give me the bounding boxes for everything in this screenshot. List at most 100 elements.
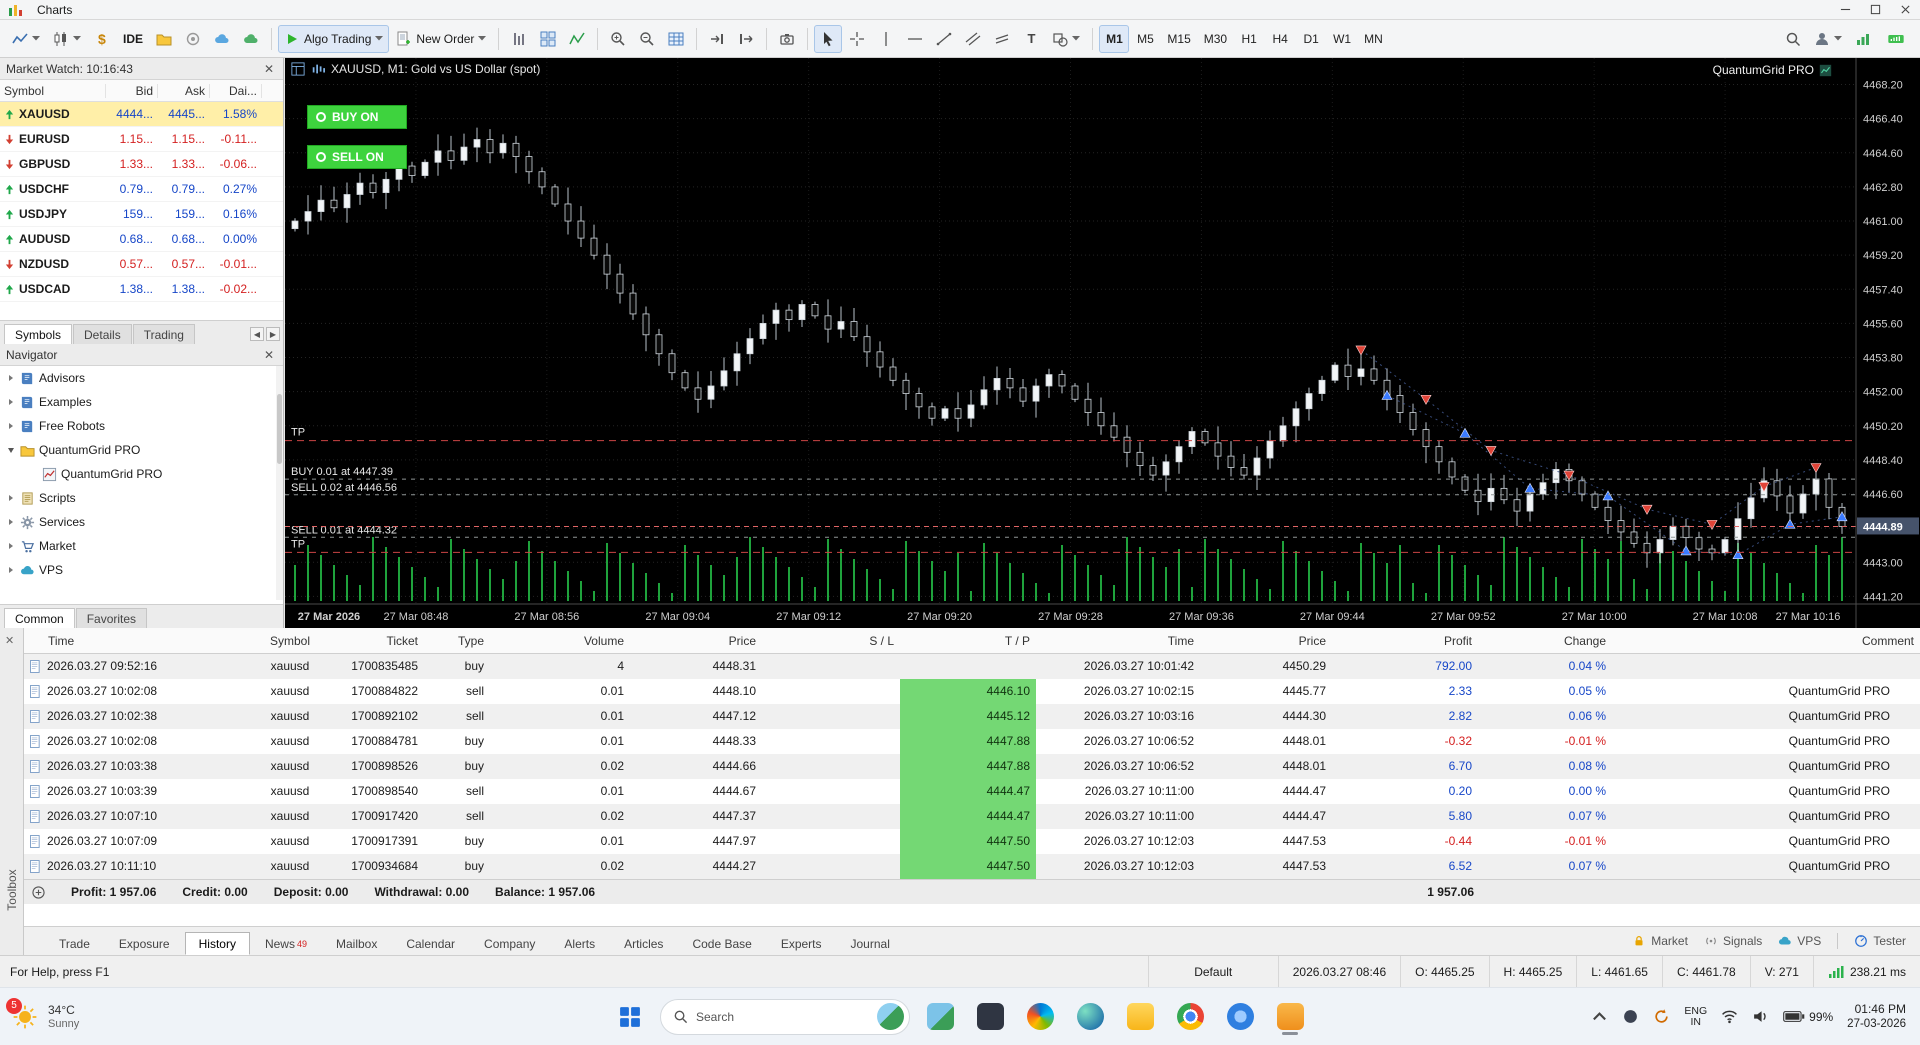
taskbar-widgets-icon[interactable] bbox=[920, 997, 960, 1037]
tab-alerts[interactable]: Alerts bbox=[550, 932, 609, 955]
timeframe-h1[interactable]: H1 bbox=[1234, 25, 1264, 53]
expand-icon[interactable] bbox=[6, 374, 16, 382]
expand-icon[interactable] bbox=[6, 518, 16, 526]
market-watch-row[interactable]: XAUUSD4444...4445...1.58% bbox=[0, 102, 283, 127]
timeframe-m30[interactable]: M30 bbox=[1198, 25, 1233, 53]
expand-icon[interactable] bbox=[6, 566, 16, 574]
search-input[interactable]: Search bbox=[660, 999, 910, 1035]
timeframe-m5[interactable]: M5 bbox=[1130, 25, 1160, 53]
shortcut-market[interactable]: Market bbox=[1632, 934, 1688, 948]
shortcut-signals[interactable]: Signals bbox=[1704, 934, 1762, 948]
community-button[interactable] bbox=[237, 25, 265, 53]
weather-widget[interactable]: 5 34°C Sunny bbox=[0, 1002, 240, 1032]
tree-item-free-robots[interactable]: Free Robots bbox=[0, 414, 283, 438]
column-header-symbol[interactable]: Symbol bbox=[0, 84, 106, 98]
history-column-1[interactable]: Symbol bbox=[250, 628, 330, 653]
tab-trading[interactable]: Trading bbox=[133, 324, 195, 344]
column-header-ask[interactable]: Ask bbox=[158, 84, 210, 98]
tab-symbols[interactable]: Symbols bbox=[4, 324, 72, 344]
tab-code-base[interactable]: Code Base bbox=[678, 932, 765, 955]
history-row[interactable]: 2026.03.27 09:52:16xauusd1700835485buy44… bbox=[24, 654, 1920, 679]
timeframe-m1[interactable]: M1 bbox=[1099, 25, 1129, 53]
taskbar-edge-icon[interactable] bbox=[1070, 997, 1110, 1037]
shortcut-tester[interactable]: Tester bbox=[1854, 934, 1906, 948]
volume-icon[interactable] bbox=[1752, 1008, 1769, 1025]
start-button[interactable] bbox=[610, 997, 650, 1037]
market-watch-row[interactable]: EURUSD1.15...1.15...-0.11... bbox=[0, 127, 283, 152]
tree-item-advisors[interactable]: Advisors bbox=[0, 366, 283, 390]
close-icon[interactable]: ✕ bbox=[261, 61, 277, 77]
shortcut-vps[interactable]: VPS bbox=[1778, 934, 1821, 948]
history-column-8[interactable]: Time bbox=[1036, 628, 1200, 653]
trendline-tool-button[interactable] bbox=[930, 25, 958, 53]
horizontal-line-tool-button[interactable] bbox=[901, 25, 929, 53]
cursor-tool-button[interactable] bbox=[814, 25, 842, 53]
market-watch-row[interactable]: USDJPY159...159...0.16% bbox=[0, 202, 283, 227]
candle-style-button[interactable] bbox=[47, 25, 87, 53]
close-icon[interactable]: ✕ bbox=[5, 634, 14, 647]
history-column-0[interactable]: Time bbox=[24, 628, 250, 653]
sync-icon[interactable] bbox=[1653, 1008, 1670, 1025]
zoom-in-button[interactable] bbox=[604, 25, 632, 53]
tree-item-market[interactable]: Market bbox=[0, 534, 283, 558]
history-row[interactable]: 2026.03.27 10:11:10xauusd1700934684buy0.… bbox=[24, 854, 1920, 879]
expand-icon[interactable] bbox=[6, 422, 16, 430]
expand-summary-icon[interactable] bbox=[32, 886, 45, 899]
history-row[interactable]: 2026.03.27 10:07:10xauusd1700917420sell0… bbox=[24, 804, 1920, 829]
chart-shift-button[interactable] bbox=[732, 25, 760, 53]
taskbar-chrome-icon[interactable] bbox=[1170, 997, 1210, 1037]
market-watch-row[interactable]: NZDUSD0.57...0.57...-0.01... bbox=[0, 252, 283, 277]
quotes-button[interactable]: $ bbox=[88, 25, 116, 53]
history-column-10[interactable]: Profit bbox=[1332, 628, 1478, 653]
close-icon[interactable]: ✕ bbox=[261, 347, 277, 363]
auto-scroll-button[interactable] bbox=[703, 25, 731, 53]
history-row[interactable]: 2026.03.27 10:02:38xauusd1700892102sell0… bbox=[24, 704, 1920, 729]
tab-details[interactable]: Details bbox=[73, 324, 132, 344]
wifi-icon[interactable] bbox=[1721, 1008, 1738, 1025]
tray-chevron-up-icon[interactable] bbox=[1591, 1008, 1608, 1025]
tree-item-examples[interactable]: Examples bbox=[0, 390, 283, 414]
battery-indicator[interactable]: 99% bbox=[1783, 1010, 1833, 1024]
buy-on-button[interactable]: BUY ON bbox=[307, 105, 407, 129]
history-row[interactable]: 2026.03.27 10:02:08xauusd1700884822sell0… bbox=[24, 679, 1920, 704]
equidistant-tool-button[interactable] bbox=[988, 25, 1016, 53]
history-row[interactable]: 2026.03.27 10:03:38xauusd1700898526buy0.… bbox=[24, 754, 1920, 779]
navigator-scrollbar[interactable] bbox=[276, 366, 283, 600]
close-button[interactable] bbox=[1890, 0, 1920, 19]
tab-news[interactable]: News49 bbox=[251, 932, 321, 955]
levels-button[interactable] bbox=[1849, 25, 1877, 53]
tree-item-services[interactable]: Services bbox=[0, 510, 283, 534]
tab-journal[interactable]: Journal bbox=[837, 932, 904, 955]
column-header-bid[interactable]: Bid bbox=[106, 84, 158, 98]
tree-item-quantumgrid-pro[interactable]: QuantumGrid PRO bbox=[0, 438, 283, 462]
tab-company[interactable]: Company bbox=[470, 932, 549, 955]
minimize-button[interactable] bbox=[1830, 0, 1860, 19]
history-column-9[interactable]: Price bbox=[1200, 628, 1332, 653]
market-watch-row[interactable]: AUDUSD0.68...0.68...0.00% bbox=[0, 227, 283, 252]
zoom-out-button[interactable] bbox=[633, 25, 661, 53]
tab-mailbox[interactable]: Mailbox bbox=[322, 932, 391, 955]
expand-icon[interactable] bbox=[6, 398, 16, 406]
timeframe-m15[interactable]: M15 bbox=[1161, 25, 1196, 53]
history-column-4[interactable]: Volume bbox=[490, 628, 630, 653]
price-chart[interactable]: TPTPBUY 0.01 at 4447.39SELL 0.02 at 4446… bbox=[285, 58, 1920, 628]
history-column-5[interactable]: Price bbox=[630, 628, 762, 653]
history-column-12[interactable]: Comment bbox=[1612, 628, 1920, 653]
taskbar-copilot-icon[interactable] bbox=[1020, 997, 1060, 1037]
timeframe-h4[interactable]: H4 bbox=[1265, 25, 1295, 53]
tab-articles[interactable]: Articles bbox=[610, 932, 677, 955]
objects-tool-button[interactable] bbox=[1046, 25, 1086, 53]
language-switcher[interactable]: ENG IN bbox=[1684, 1006, 1707, 1028]
history-column-7[interactable]: T / P bbox=[900, 628, 1036, 653]
history-column-3[interactable]: Type bbox=[424, 628, 490, 653]
column-header-dai[interactable]: Dai... bbox=[210, 84, 262, 98]
ide-button[interactable]: IDE bbox=[117, 25, 149, 53]
taskbar-photos-icon[interactable] bbox=[1220, 997, 1260, 1037]
expand-icon[interactable] bbox=[6, 542, 16, 550]
tab-history[interactable]: History bbox=[185, 932, 250, 955]
sell-on-button[interactable]: SELL ON bbox=[307, 145, 407, 169]
taskbar-metatrader-icon[interactable] bbox=[1270, 997, 1310, 1037]
grid-button[interactable] bbox=[662, 25, 690, 53]
screenshot-button[interactable] bbox=[773, 25, 801, 53]
collapse-icon[interactable] bbox=[6, 446, 16, 454]
